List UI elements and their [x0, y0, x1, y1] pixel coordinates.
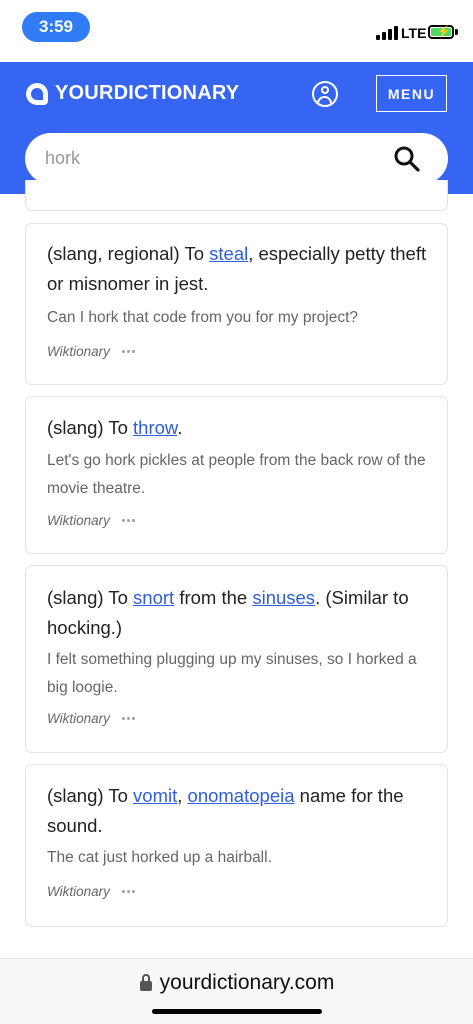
- definition-link[interactable]: sinuses: [252, 587, 315, 608]
- search-bar[interactable]: [25, 133, 448, 184]
- definition-card: (slang) To vomit, onomatopeia name for t…: [25, 764, 448, 927]
- example-sentence: Can I hork that code from you for my pro…: [47, 309, 358, 326]
- battery-icon: ⚡: [428, 25, 454, 39]
- site-logo[interactable]: YOURDICTIONARY: [26, 82, 239, 105]
- home-indicator[interactable]: [152, 1009, 322, 1014]
- definition-link[interactable]: snort: [133, 587, 174, 608]
- definition-text: (slang) To throw.: [47, 417, 183, 438]
- status-bar: 3:59 LTE ⚡: [0, 0, 473, 62]
- definition-link[interactable]: vomit: [133, 785, 177, 806]
- definition-card: (slang) To throw. Let's go hork pickles …: [25, 396, 448, 554]
- logo-text: YOURDICTIONARY: [55, 82, 240, 104]
- account-icon[interactable]: [312, 81, 338, 107]
- search-icon[interactable]: [393, 145, 421, 173]
- more-options-icon[interactable]: [121, 519, 135, 522]
- definition-link[interactable]: onomatopeia: [188, 785, 295, 806]
- status-time: 3:59: [22, 12, 90, 42]
- browser-url-bar[interactable]: yourdictionary.com: [0, 958, 473, 1024]
- site-header: YOURDICTIONARY MENU: [0, 62, 473, 194]
- more-options-icon[interactable]: [121, 890, 135, 893]
- example-sentence: I felt something plugging up my sinuses,…: [47, 651, 417, 696]
- battery-cap: [455, 29, 458, 35]
- cellular-signal-icon: [376, 26, 398, 40]
- definition-text: (slang) To snort from the sinuses. (Simi…: [47, 587, 409, 638]
- definition-card-partial: [25, 180, 448, 211]
- source-label: Wiktionary: [47, 711, 135, 726]
- definition-card: (slang) To snort from the sinuses. (Simi…: [25, 565, 448, 753]
- lock-icon: [139, 974, 153, 992]
- logo-mark-icon: [26, 82, 48, 105]
- source-label: Wiktionary: [47, 513, 135, 528]
- definition-text: (slang) To vomit, onomatopeia name for t…: [47, 785, 404, 836]
- definition-card: (slang, regional) To steal, especially p…: [25, 223, 448, 385]
- more-options-icon[interactable]: [121, 717, 135, 720]
- url-text[interactable]: yourdictionary.com: [160, 971, 335, 995]
- definition-link[interactable]: steal: [209, 243, 248, 264]
- more-options-icon[interactable]: [121, 350, 135, 353]
- search-input[interactable]: [45, 133, 365, 184]
- menu-button[interactable]: MENU: [376, 75, 447, 112]
- definition-link[interactable]: throw: [133, 417, 177, 438]
- example-sentence: Let's go hork pickles at people from the…: [47, 452, 426, 497]
- source-label: Wiktionary: [47, 884, 135, 899]
- network-type: LTE: [401, 25, 427, 41]
- definition-text: (slang, regional) To steal, especially p…: [47, 243, 427, 294]
- example-sentence: The cat just horked up a hairball.: [47, 849, 272, 866]
- source-label: Wiktionary: [47, 344, 135, 359]
